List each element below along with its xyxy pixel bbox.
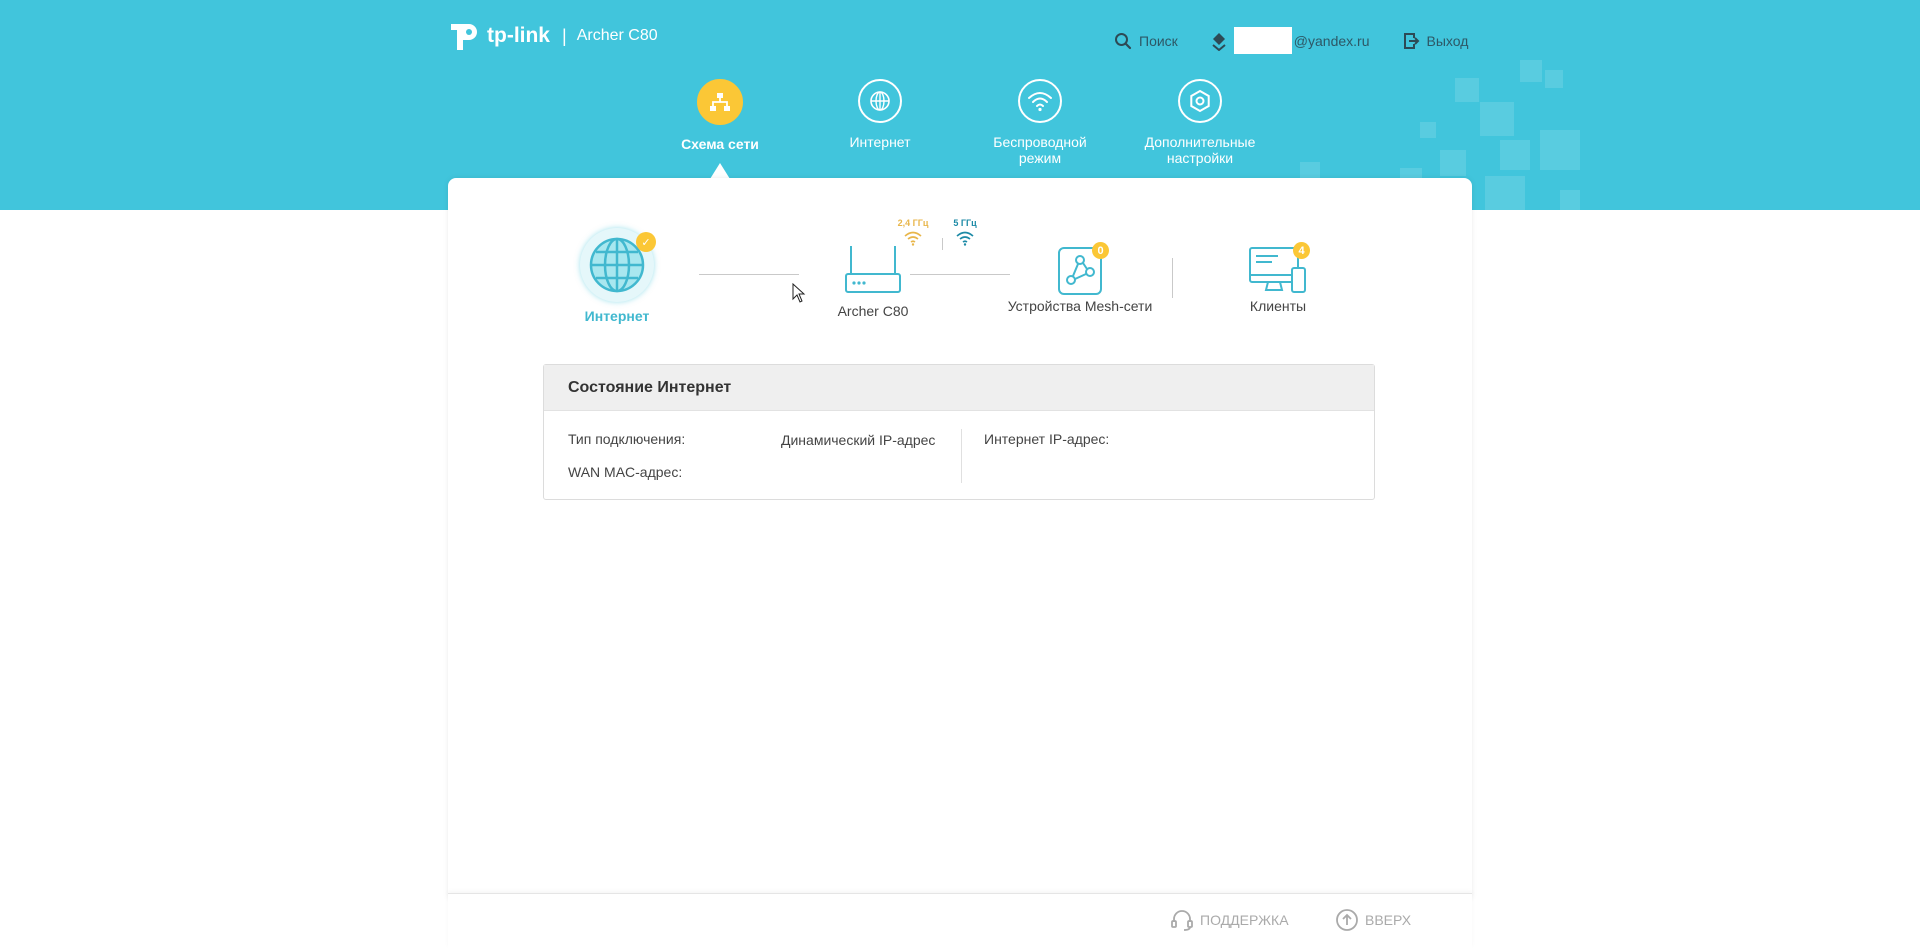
network-map-icon xyxy=(697,79,743,125)
band-5ghz-label: 5 ГГц xyxy=(953,218,977,228)
search-icon xyxy=(1115,32,1132,49)
brand-name: tp-link xyxy=(487,24,550,47)
connection-type-label: Тип подключения: xyxy=(568,431,686,447)
wifi-24ghz-icon xyxy=(904,231,922,246)
status-panel-title: Состояние Интернет xyxy=(544,365,1374,411)
mouse-cursor-icon xyxy=(792,283,806,303)
logout-icon xyxy=(1403,32,1419,49)
tab-advanced-label: Дополнительные настройки xyxy=(1144,134,1256,166)
back-to-top-label: ВВЕРХ xyxy=(1365,912,1412,928)
tab-advanced[interactable]: Дополнительные настройки xyxy=(1130,79,1270,166)
connection-type-value: Динамический IP-адрес xyxy=(781,432,936,448)
router-icon xyxy=(845,246,901,293)
connected-check-icon: ✓ xyxy=(636,232,656,252)
support-button[interactable]: ПОДДЕРЖКА xyxy=(1170,908,1289,932)
tab-network-map[interactable]: Схема сети xyxy=(650,79,790,152)
logout-button[interactable]: Выход xyxy=(1402,32,1469,50)
tab-internet[interactable]: Интернет xyxy=(810,79,950,150)
band-divider xyxy=(942,238,943,250)
clients-count-badge: 4 xyxy=(1293,242,1310,259)
account-button[interactable]: @yandex.ru xyxy=(1211,27,1370,54)
mesh-clients-divider xyxy=(1172,258,1173,298)
internet-status-panel: Состояние Интернет Тип подключения: Дина… xyxy=(543,364,1375,500)
main-card: ✓ Интернет Archer C80 2,4 ГГц 5 ГГц 0 Ус… xyxy=(448,178,1472,898)
internet-node-label: Интернет xyxy=(584,308,650,324)
wan-mac-label: WAN MAC-адрес: xyxy=(568,464,683,480)
band-24ghz-label: 2,4 ГГц xyxy=(897,218,929,228)
topology-node-mesh[interactable]: 0 Устройства Mesh-сети xyxy=(985,242,1175,314)
router-node-label: Archer C80 xyxy=(837,303,909,319)
logout-label: Выход xyxy=(1426,32,1469,49)
tplink-logo[interactable]: tp-link | Archer C80 xyxy=(447,18,658,54)
gear-icon xyxy=(1178,79,1222,123)
search-label: Поиск xyxy=(1139,32,1178,49)
mesh-count-badge: 0 xyxy=(1092,242,1109,259)
link-internet-router xyxy=(699,274,799,275)
wifi-icon xyxy=(1018,79,1062,123)
tplink-id-icon xyxy=(1212,32,1226,51)
tab-wireless[interactable]: Беспроводной режим xyxy=(970,79,1110,166)
account-name-masked xyxy=(1233,27,1292,54)
support-label: ПОДДЕРЖКА xyxy=(1200,912,1289,928)
clients-node-label: Клиенты xyxy=(1249,298,1307,314)
logo-separator: | xyxy=(562,25,567,46)
headset-icon xyxy=(1171,910,1193,931)
model-name: Archer C80 xyxy=(576,27,658,44)
tplink-logo-icon xyxy=(451,24,477,50)
footer-bar: ПОДДЕРЖКА ВВЕРХ xyxy=(448,893,1472,948)
arrow-up-circle-icon xyxy=(1336,909,1358,931)
globe-icon xyxy=(858,79,902,123)
internet-node-circle: ✓ xyxy=(580,228,656,302)
tab-internet-label: Интернет xyxy=(849,134,911,150)
active-tab-pointer xyxy=(710,163,730,179)
topology-node-internet[interactable]: ✓ Интернет xyxy=(572,228,662,324)
search-button[interactable]: Поиск xyxy=(1114,32,1178,50)
back-to-top-button[interactable]: ВВЕРХ xyxy=(1335,908,1411,932)
band-24ghz[interactable]: 2,4 ГГц xyxy=(896,218,930,248)
tab-wireless-label: Беспроводной режим xyxy=(993,134,1087,166)
network-topology: ✓ Интернет Archer C80 2,4 ГГц 5 ГГц 0 Ус… xyxy=(448,178,1472,338)
wifi-5ghz-icon xyxy=(956,231,974,246)
band-5ghz[interactable]: 5 ГГц xyxy=(950,218,980,248)
mesh-node-label: Устройства Mesh-сети xyxy=(1007,298,1153,314)
account-email-suffix: @yandex.ru xyxy=(1293,32,1370,49)
topology-node-clients[interactable]: 4 Клиенты xyxy=(1228,242,1328,314)
top-right-bar: Поиск @yandex.ru Выход xyxy=(1114,27,1468,54)
topology-node-router[interactable]: Archer C80 xyxy=(808,244,938,319)
internet-ip-label: Интернет IP-адрес: xyxy=(984,431,1110,447)
tab-network-map-label: Схема сети xyxy=(681,136,759,152)
status-column-divider xyxy=(961,429,962,483)
